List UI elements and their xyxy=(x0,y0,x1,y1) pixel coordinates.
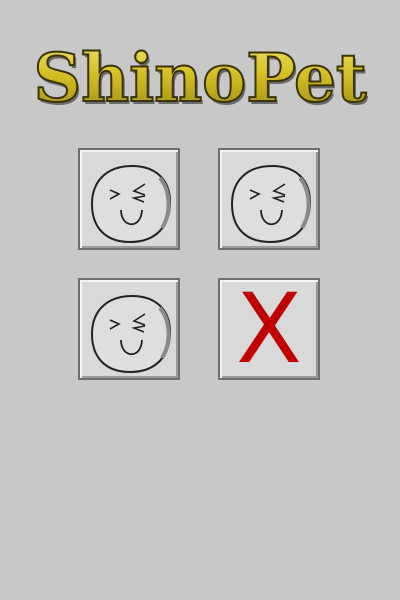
smiling-face-icon xyxy=(230,164,312,244)
game-screen: ShinoPet ShinoPet X xyxy=(0,0,400,600)
game-logo: ShinoPet ShinoPet xyxy=(0,32,400,122)
grid-tile-2[interactable] xyxy=(218,148,320,250)
game-title-logo: ShinoPet ShinoPet xyxy=(32,38,369,120)
smiling-face-icon xyxy=(90,164,172,244)
grid-tile-1[interactable] xyxy=(78,148,180,250)
smiling-face-icon xyxy=(90,294,172,374)
grid-tile-3[interactable] xyxy=(78,278,180,380)
x-mark: X xyxy=(236,273,302,385)
grid-tile-4[interactable]: X xyxy=(218,278,320,380)
game-title: ShinoPet xyxy=(33,39,367,117)
